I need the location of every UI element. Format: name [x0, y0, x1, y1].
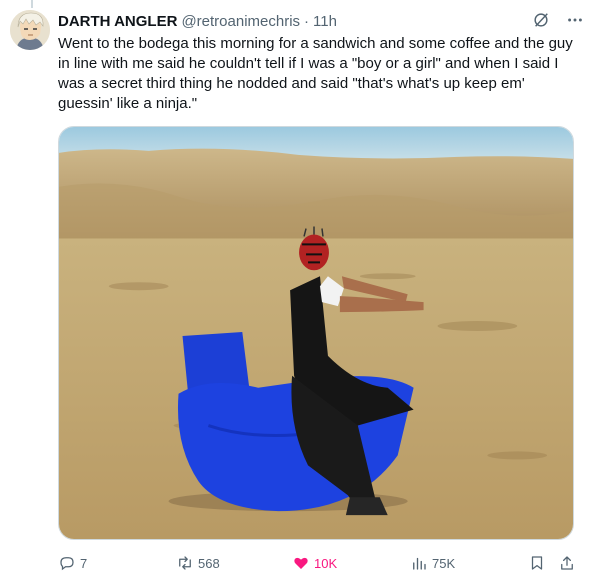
like-button[interactable]: 10K	[292, 553, 337, 573]
tweet-text: Went to the bodega this morning for a sa…	[58, 35, 573, 112]
share-upload-icon	[561, 556, 573, 570]
tweet-media-photo[interactable]	[58, 126, 574, 540]
more-icon[interactable]	[565, 10, 585, 30]
retweet-icon	[179, 556, 191, 570]
tweet-card[interactable]: DARTH ANGLER @retroanimechris · 11h Went…	[0, 0, 601, 573]
retweet-button[interactable]: 568	[176, 553, 220, 573]
grok-slash-icon[interactable]	[531, 10, 551, 30]
like-count: 10K	[314, 555, 338, 571]
views-button[interactable]: 75K	[410, 553, 455, 573]
avatar-image	[10, 10, 50, 50]
avatar[interactable]	[10, 10, 50, 50]
author-handle[interactable]: @retroanimechris	[181, 13, 300, 30]
thread-connector-line	[31, 0, 33, 8]
author-name[interactable]: DARTH ANGLER	[58, 13, 177, 30]
reply-icon	[60, 557, 74, 571]
separator-dot: ·	[304, 12, 310, 30]
reply-count: 7	[80, 555, 88, 571]
tweet-header: DARTH ANGLER @retroanimechris · 11h	[58, 10, 337, 32]
heart-filled-icon	[294, 557, 308, 569]
share-button[interactable]	[558, 553, 576, 573]
views-chart-icon	[413, 557, 426, 570]
reply-button[interactable]: 7	[58, 553, 87, 573]
retweet-count: 568	[198, 555, 220, 571]
tweet-actions-bar: 7 568 10K 75K	[58, 553, 578, 573]
bookmark-icon	[531, 556, 543, 570]
header-actions	[531, 10, 585, 30]
views-count: 75K	[432, 555, 456, 571]
desert-photo-image	[59, 127, 573, 539]
timestamp[interactable]: 11h	[313, 13, 337, 30]
bookmark-button[interactable]	[528, 553, 546, 573]
